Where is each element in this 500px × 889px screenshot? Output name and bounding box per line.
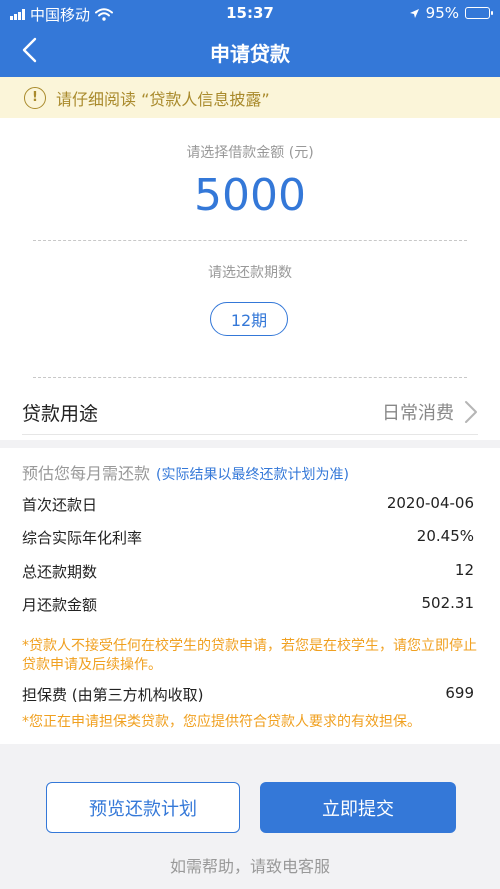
- row-label: 担保费 (由第三方机构收取): [22, 686, 204, 704]
- row-value: 502.31: [421, 594, 475, 612]
- battery-percent: 95%: [425, 4, 459, 22]
- term-label: 请选还款期数: [208, 265, 292, 281]
- preview-plan-button[interactable]: 预览还款计划: [46, 782, 240, 833]
- row-label: 月还款金额: [22, 596, 98, 614]
- disclosure-notice[interactable]: ! 请仔细阅读 “贷款人信息披露”: [0, 77, 500, 118]
- guarantee-warning: *您正在申请担保类贷款，您应提供符合贷款人要求的有效担保。: [22, 714, 421, 730]
- row-label: 综合实际年化利率: [22, 529, 143, 547]
- first-repayment-date-row: 首次还款日 2020-04-06: [22, 494, 474, 515]
- battery-icon: [465, 7, 493, 19]
- student-warning: *贷款人不接受任何在校学生的贷款申请，若您是在校学生，请您立即停止贷款申请及后续…: [22, 638, 477, 673]
- guarantee-fee-row: 担保费 (由第三方机构收取) 699: [22, 684, 474, 705]
- annual-rate-row: 综合实际年化利率 20.45%: [22, 527, 474, 548]
- total-periods-row: 总还款期数 12: [22, 561, 474, 582]
- row-label: 首次还款日: [22, 496, 98, 514]
- divider: [33, 240, 467, 241]
- row-value: 2020-04-06: [386, 494, 474, 512]
- estimate-note: (实际结果以最终还款计划为准): [156, 467, 349, 483]
- term-option-button[interactable]: 12期: [210, 302, 288, 336]
- row-value: 20.45%: [416, 527, 474, 545]
- help-text[interactable]: 如需帮助，请致电客服: [0, 853, 500, 877]
- amount-label: 请选择借款金额 (元): [186, 145, 314, 161]
- location-arrow-icon: [409, 8, 419, 18]
- purpose-label: 贷款用途: [22, 402, 99, 425]
- monthly-payment-row: 月还款金额 502.31: [22, 594, 474, 615]
- notice-text: 请仔细阅读 “贷款人信息披露”: [56, 89, 270, 109]
- app-header: 中国移动 15:37 95% 申请贷款: [0, 0, 500, 77]
- divider: [33, 377, 467, 378]
- purpose-value: 日常消费: [382, 403, 454, 424]
- repayment-estimate-card: 预估您每月需还款 (实际结果以最终还款计划为准) 首次还款日 2020-04-06…: [0, 448, 500, 744]
- exclamation-circle-icon: !: [24, 86, 46, 109]
- estimate-title: 预估您每月需还款 (实际结果以最终还款计划为准): [22, 464, 349, 483]
- loan-purpose-row[interactable]: 贷款用途 日常消费: [22, 390, 478, 435]
- row-label: 总还款期数: [22, 563, 98, 581]
- loan-form-card: 请选择借款金额 (元) 5000 请选还款期数 12期 贷款用途 日常消费: [0, 118, 500, 440]
- amount-input[interactable]: 5000: [0, 170, 500, 221]
- submit-button[interactable]: 立即提交: [260, 782, 456, 833]
- chevron-right-icon: [465, 401, 477, 423]
- page-title: 申请贷款: [210, 42, 290, 66]
- row-value: 12: [454, 561, 474, 579]
- status-bar: 中国移动 15:37 95%: [0, 0, 500, 26]
- row-value: 699: [445, 684, 474, 702]
